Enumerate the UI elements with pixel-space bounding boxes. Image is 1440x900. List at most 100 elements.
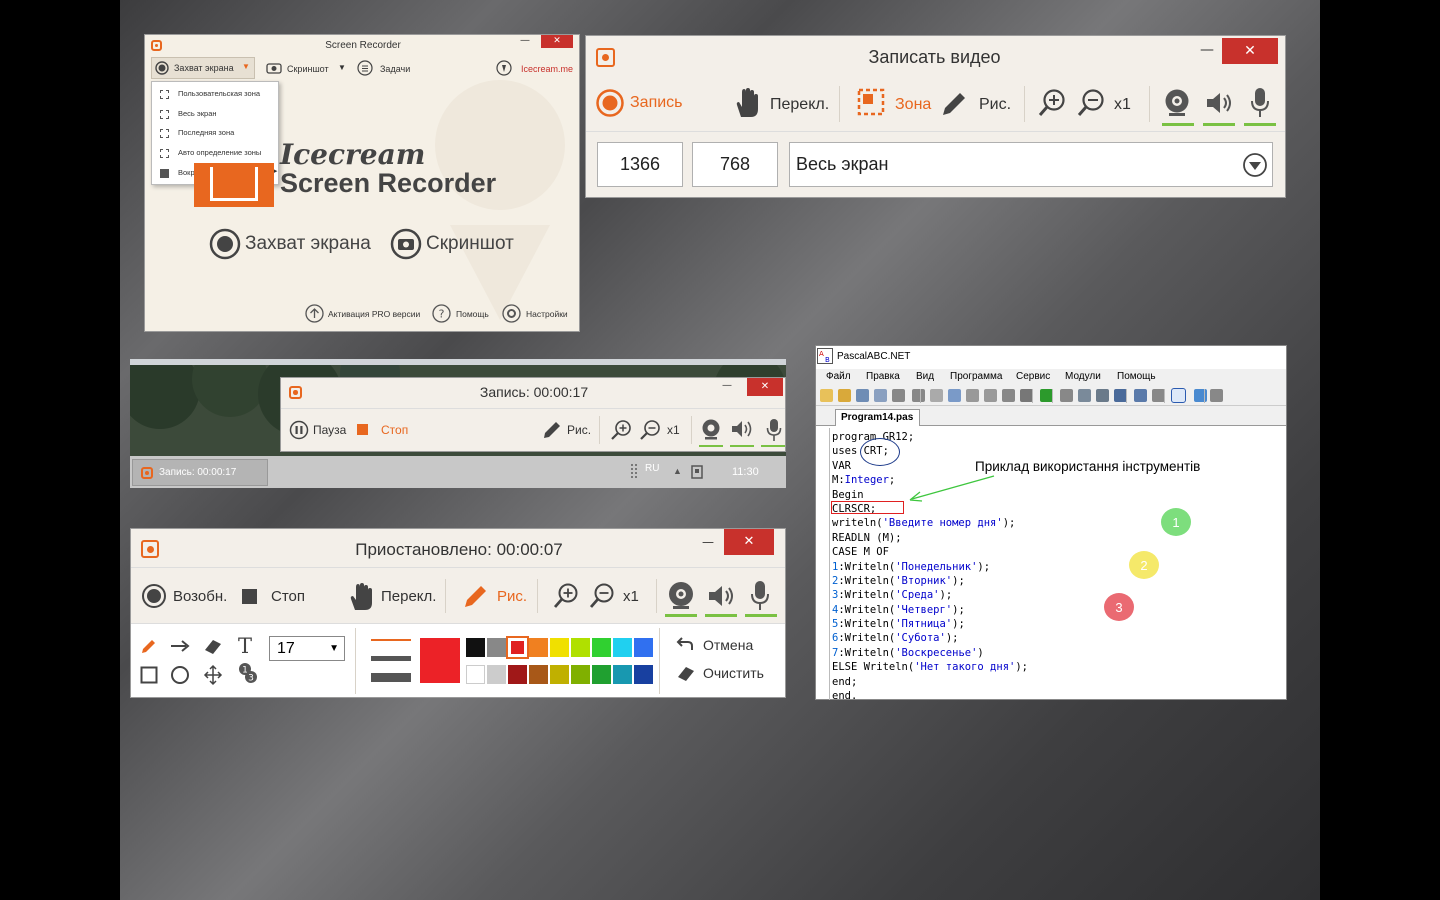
zoom-out-icon[interactable] xyxy=(639,419,661,441)
minimize-button[interactable]: — xyxy=(1200,42,1214,58)
toolbar-button-icon[interactable] xyxy=(1078,389,1091,402)
switch-button[interactable]: Перекл. xyxy=(770,96,829,114)
taskbar-recorder-item[interactable]: Запись: 00:00:17 xyxy=(132,459,268,486)
speaker-icon[interactable] xyxy=(707,584,735,608)
toolbar-button-icon[interactable] xyxy=(948,389,961,402)
speaker-icon[interactable] xyxy=(1205,91,1233,115)
draw-button[interactable]: Рис. xyxy=(567,423,591,437)
eraser-tool-icon[interactable] xyxy=(203,636,223,656)
toolbar-button-icon[interactable] xyxy=(1210,389,1223,402)
clock[interactable]: 11:30 xyxy=(732,466,759,478)
stop-button[interactable]: Стоп xyxy=(381,423,408,437)
menu-item-last-zone[interactable]: Последняя зона xyxy=(160,128,278,140)
pause-button[interactable]: Пауза xyxy=(313,423,346,437)
capture-screen-button[interactable]: Захват экрана xyxy=(245,233,371,255)
pencil-tool-icon[interactable] xyxy=(140,637,158,655)
toolbar-button-icon[interactable] xyxy=(1134,389,1147,402)
menu-item-full-screen[interactable]: Весь экран xyxy=(160,109,278,121)
microphone-icon[interactable] xyxy=(750,580,770,612)
menu-item-auto-detect[interactable]: Авто определение зоны xyxy=(160,148,278,160)
close-button[interactable]: ✕ xyxy=(541,35,573,48)
menu-file[interactable]: Файл xyxy=(826,371,851,382)
tray-flag-icon[interactable] xyxy=(690,464,704,480)
webcam-icon[interactable] xyxy=(667,581,695,611)
numbering-tool-icon[interactable]: 13 xyxy=(237,662,259,684)
zone-button[interactable]: Зона xyxy=(895,96,931,114)
color-swatch[interactable] xyxy=(571,638,590,657)
line-thin-option[interactable] xyxy=(371,639,411,641)
color-swatch[interactable] xyxy=(466,665,485,684)
color-swatch[interactable] xyxy=(487,665,506,684)
menu-item-custom-zone[interactable]: Пользовательская зона xyxy=(160,89,278,101)
screenshot-button[interactable]: Скриншот xyxy=(426,233,514,255)
menu-view[interactable]: Вид xyxy=(916,371,934,382)
undo-button[interactable]: Отмена xyxy=(703,637,753,653)
text-tool-icon[interactable]: T xyxy=(235,634,255,656)
color-swatch[interactable] xyxy=(550,665,569,684)
close-button[interactable]: ✕ xyxy=(747,378,783,396)
minimize-button[interactable]: — xyxy=(722,380,732,391)
menu-service[interactable]: Сервис xyxy=(1016,371,1050,382)
color-swatch[interactable] xyxy=(550,638,569,657)
toolbar-button-icon[interactable] xyxy=(874,389,887,402)
capture-menu-button[interactable]: Захват экрана ▼ xyxy=(151,57,255,79)
color-swatch[interactable] xyxy=(466,638,485,657)
zoom-out-icon[interactable] xyxy=(588,582,616,610)
color-swatch[interactable] xyxy=(592,638,611,657)
zoom-out-icon[interactable] xyxy=(1076,88,1106,118)
resume-button[interactable]: Возобн. xyxy=(173,588,227,605)
minimize-button[interactable]: — xyxy=(702,535,714,549)
zoom-in-icon[interactable] xyxy=(1037,88,1067,118)
color-swatch[interactable] xyxy=(592,665,611,684)
draw-button[interactable]: Рис. xyxy=(979,96,1011,114)
zoom-in-icon[interactable] xyxy=(552,582,580,610)
arrow-tool-icon[interactable] xyxy=(170,637,190,655)
tab-program14[interactable]: Program14.pas xyxy=(835,409,920,426)
color-swatch[interactable] xyxy=(613,638,632,657)
record-button[interactable]: Запись xyxy=(630,94,683,112)
toolbar-button-icon[interactable] xyxy=(892,389,905,402)
width-input[interactable]: 1366 xyxy=(597,142,683,187)
stop-button[interactable]: Стоп xyxy=(271,588,305,605)
color-swatch[interactable] xyxy=(634,665,653,684)
zoom-in-icon[interactable] xyxy=(610,419,632,441)
switch-button[interactable]: Перекл. xyxy=(381,588,436,605)
toolbar-button-icon[interactable] xyxy=(1060,389,1073,402)
chevron-down-icon[interactable]: ▼ xyxy=(338,63,346,72)
toolbar-button-icon[interactable] xyxy=(930,389,943,402)
toolbar-button-icon[interactable] xyxy=(1096,389,1109,402)
toolbar-button-icon[interactable] xyxy=(820,389,833,402)
microphone-icon[interactable] xyxy=(1250,87,1270,119)
settings-link[interactable]: Настройки xyxy=(526,309,568,319)
toolbar-button-icon[interactable] xyxy=(856,389,869,402)
clear-button[interactable]: Очистить xyxy=(703,665,764,681)
tray-arrow-icon[interactable]: ▲ xyxy=(673,466,682,476)
color-swatch[interactable] xyxy=(613,665,632,684)
toolbar-button-icon[interactable] xyxy=(984,389,997,402)
microphone-icon[interactable] xyxy=(766,418,782,442)
minimize-button[interactable]: — xyxy=(520,35,530,46)
language-indicator[interactable]: RU xyxy=(645,463,659,474)
draw-button[interactable]: Рис. xyxy=(497,588,527,605)
menu-modules[interactable]: Модули xyxy=(1065,371,1101,382)
toolbar-button-icon[interactable] xyxy=(1171,388,1186,403)
color-swatch[interactable] xyxy=(506,636,529,659)
webcam-icon[interactable] xyxy=(701,418,721,440)
color-swatch[interactable] xyxy=(529,665,548,684)
close-button[interactable]: ✕ xyxy=(724,529,774,555)
font-size-select[interactable]: 17 ▼ xyxy=(269,636,345,661)
tasks-label[interactable]: Задачи xyxy=(380,64,410,74)
area-select[interactable]: Весь экран xyxy=(789,142,1273,187)
color-swatch[interactable] xyxy=(487,638,506,657)
menu-program[interactable]: Программа xyxy=(950,371,1002,382)
move-tool-icon[interactable] xyxy=(203,664,223,686)
line-medium-option[interactable] xyxy=(371,656,411,661)
close-button[interactable]: ✕ xyxy=(1222,38,1278,64)
screenshot-label[interactable]: Скриншот xyxy=(287,64,329,74)
menu-edit[interactable]: Правка xyxy=(866,371,900,382)
menu-help[interactable]: Помощь xyxy=(1117,371,1156,382)
height-input[interactable]: 768 xyxy=(692,142,778,187)
toolbar-button-icon[interactable] xyxy=(1002,389,1015,402)
color-swatch[interactable] xyxy=(508,665,527,684)
site-link[interactable]: Icecream.me xyxy=(521,64,573,74)
